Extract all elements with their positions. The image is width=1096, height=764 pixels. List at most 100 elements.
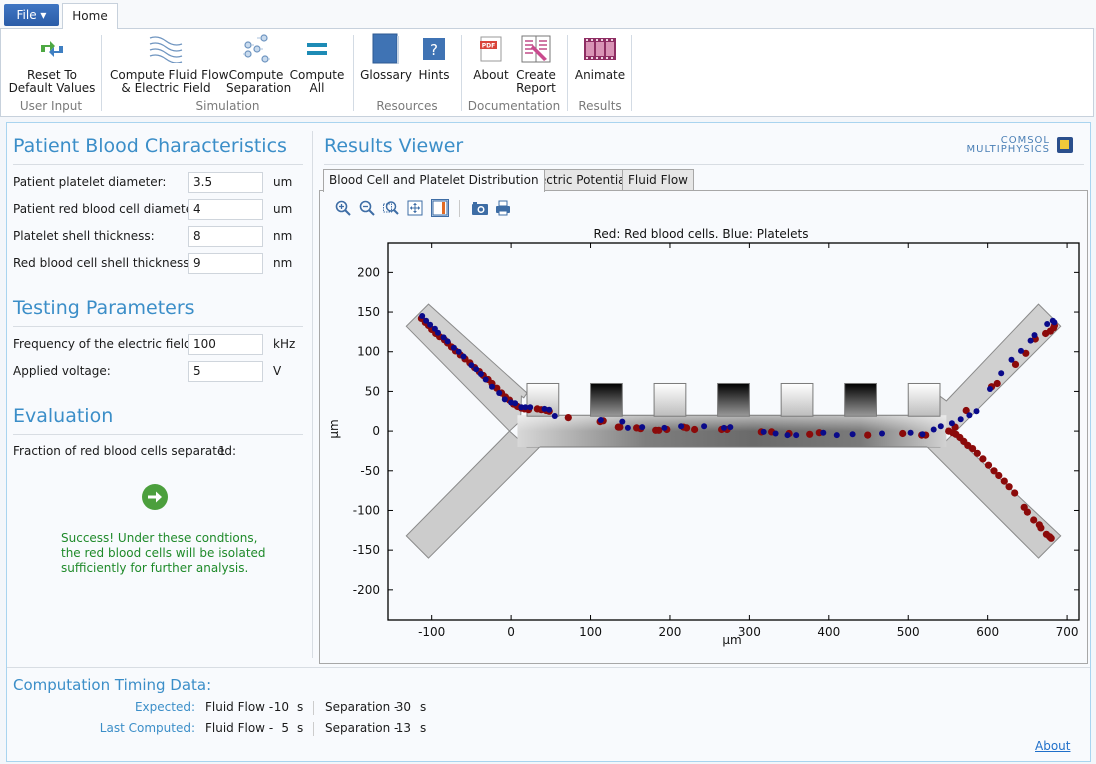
y-tick-label: 50 [365, 384, 380, 398]
compute-fluid-flow-label: Compute Fluid Flow & Electric Field [110, 68, 229, 95]
y-tick-label: -50 [360, 464, 380, 478]
divider [13, 326, 303, 327]
testing-section-title: Testing Parameters [13, 297, 195, 319]
fluid-flow-unit: s [297, 721, 304, 735]
about-doc-button[interactable]: PDF About [470, 33, 512, 82]
platelet-diameter-unit: um [273, 175, 293, 189]
fluid-flow-unit: s [297, 700, 304, 714]
y-tick-label: 150 [357, 305, 380, 319]
patient-section-title: Patient Blood Characteristics [13, 135, 287, 157]
zoom-box-icon[interactable] [383, 200, 399, 216]
platelet-point [849, 431, 856, 438]
success-message: Success! Under these condtions, the red … [61, 531, 266, 576]
status-arrow-button[interactable] [142, 484, 168, 510]
glossary-button[interactable]: Glossary [360, 33, 412, 82]
zoom-in-icon[interactable] [335, 200, 351, 216]
success-line: sufficiently for further analysis. [61, 561, 249, 575]
platelet-point [793, 432, 800, 439]
platelet-point [957, 416, 964, 423]
file-menu-button[interactable]: File ▾ [4, 4, 59, 26]
print-icon[interactable] [495, 200, 511, 216]
platelet-point [948, 420, 955, 427]
particles-icon [243, 34, 270, 63]
fluid-flow-label: Fluid Flow - [205, 700, 274, 714]
hints-label: Hints [418, 68, 450, 82]
compute-all-button[interactable]: Compute All [288, 33, 346, 95]
ribbon-group-simulation: Compute Fluid Flow & Electric Field Comp… [102, 29, 353, 117]
platelet-shell-input[interactable]: 8 [188, 226, 263, 247]
separation-label: Separation - [325, 700, 399, 714]
y-tick-label: -150 [353, 543, 380, 557]
compute-separation-label: Compute Separation [226, 68, 292, 95]
platelet-point [1051, 319, 1058, 326]
platelet-point [460, 353, 467, 360]
group-label-user-input: User Input [19, 99, 83, 113]
hints-button[interactable]: ? Hints [415, 33, 453, 82]
tab-blood-cell-distribution[interactable]: Blood Cell and Platelet Distribution [323, 169, 545, 192]
rbc-diameter-input[interactable]: 4 [188, 199, 263, 220]
platelet-point [833, 432, 840, 439]
camera-icon[interactable] [471, 200, 489, 216]
y-axis-label: µm [327, 419, 341, 438]
compute-separation-button[interactable]: Compute Separation [226, 33, 292, 95]
reset-defaults-label: Reset To Default Values [8, 68, 96, 95]
zoom-out-icon[interactable] [359, 200, 375, 216]
platelet-point [450, 344, 457, 351]
tab-fluid-flow[interactable]: Fluid Flow [622, 169, 694, 191]
voltage-input[interactable]: 5 [188, 361, 263, 382]
platelet-point [907, 429, 914, 436]
separation-unit: s [420, 700, 427, 714]
reset-arrows-icon [41, 41, 63, 57]
red-blood-cell-point [691, 425, 699, 434]
group-label-simulation: Simulation [195, 99, 260, 113]
frequency-input[interactable]: 100 [188, 334, 263, 355]
tab-home[interactable]: Home [62, 3, 118, 29]
comsol-logo: COMSOL MULTIPHYSICS [955, 135, 1080, 157]
book-icon [372, 33, 399, 64]
voltage-label: Applied voltage: [13, 364, 111, 378]
compute-fluid-flow-button[interactable]: Compute Fluid Flow & Electric Field [110, 33, 229, 95]
animate-button[interactable]: Animate [572, 33, 628, 82]
platelet-point [1044, 321, 1051, 327]
reset-defaults-button[interactable]: Reset To Default Values [6, 33, 98, 95]
timing-row-label: Expected: [134, 700, 195, 714]
question-icon: ? [423, 38, 445, 60]
platelet-point [930, 426, 937, 433]
ribbon-tab-bar: File ▾ Home [0, 0, 1096, 29]
red-blood-cell-point [1023, 508, 1031, 516]
arrow-right-icon [148, 491, 162, 503]
platelet-point [482, 376, 489, 383]
platelet-point [678, 423, 685, 430]
separation-value: 30 [395, 700, 411, 714]
platelet-diameter-input[interactable]: 3.5 [188, 172, 263, 193]
platelet-point [1018, 347, 1024, 354]
platelet-point [760, 428, 767, 435]
create-report-label: Create Report [516, 68, 556, 95]
platelet-point [973, 408, 980, 415]
zoom-extents-icon[interactable] [407, 200, 423, 216]
platelet-point [489, 383, 495, 390]
right-lower-arm [926, 433, 1062, 559]
right-upper-arm [939, 303, 1062, 436]
red-blood-cell-point [564, 414, 572, 422]
create-report-button[interactable]: Create Report [515, 33, 557, 95]
chart-title: Red: Red blood cells. Blue: Platelets [594, 227, 809, 241]
platelet-shell-unit: nm [273, 229, 293, 243]
success-line: Success! Under these condtions, [61, 531, 258, 545]
evaluation-section-title: Evaluation [13, 405, 114, 427]
platelet-diameter-label: Patient platelet diameter: [13, 175, 167, 189]
ribbon-group-results: Animate Results [568, 29, 632, 117]
timing-title: Computation Timing Data: [13, 676, 212, 694]
platelet-point [455, 348, 462, 355]
wave-lines-icon [149, 36, 183, 63]
about-link[interactable]: About [1035, 739, 1070, 753]
group-label-resources: Resources [376, 99, 438, 113]
rbc-shell-input[interactable]: 9 [188, 253, 263, 274]
color-legend-icon[interactable] [431, 199, 449, 217]
red-blood-cell-point [1047, 534, 1055, 542]
rbc-shell-unit: nm [273, 256, 293, 270]
timing-separator [313, 701, 314, 715]
ribbon-separator [631, 35, 632, 111]
x-axis-label: µm [722, 633, 741, 647]
platelet-point [1027, 337, 1034, 344]
